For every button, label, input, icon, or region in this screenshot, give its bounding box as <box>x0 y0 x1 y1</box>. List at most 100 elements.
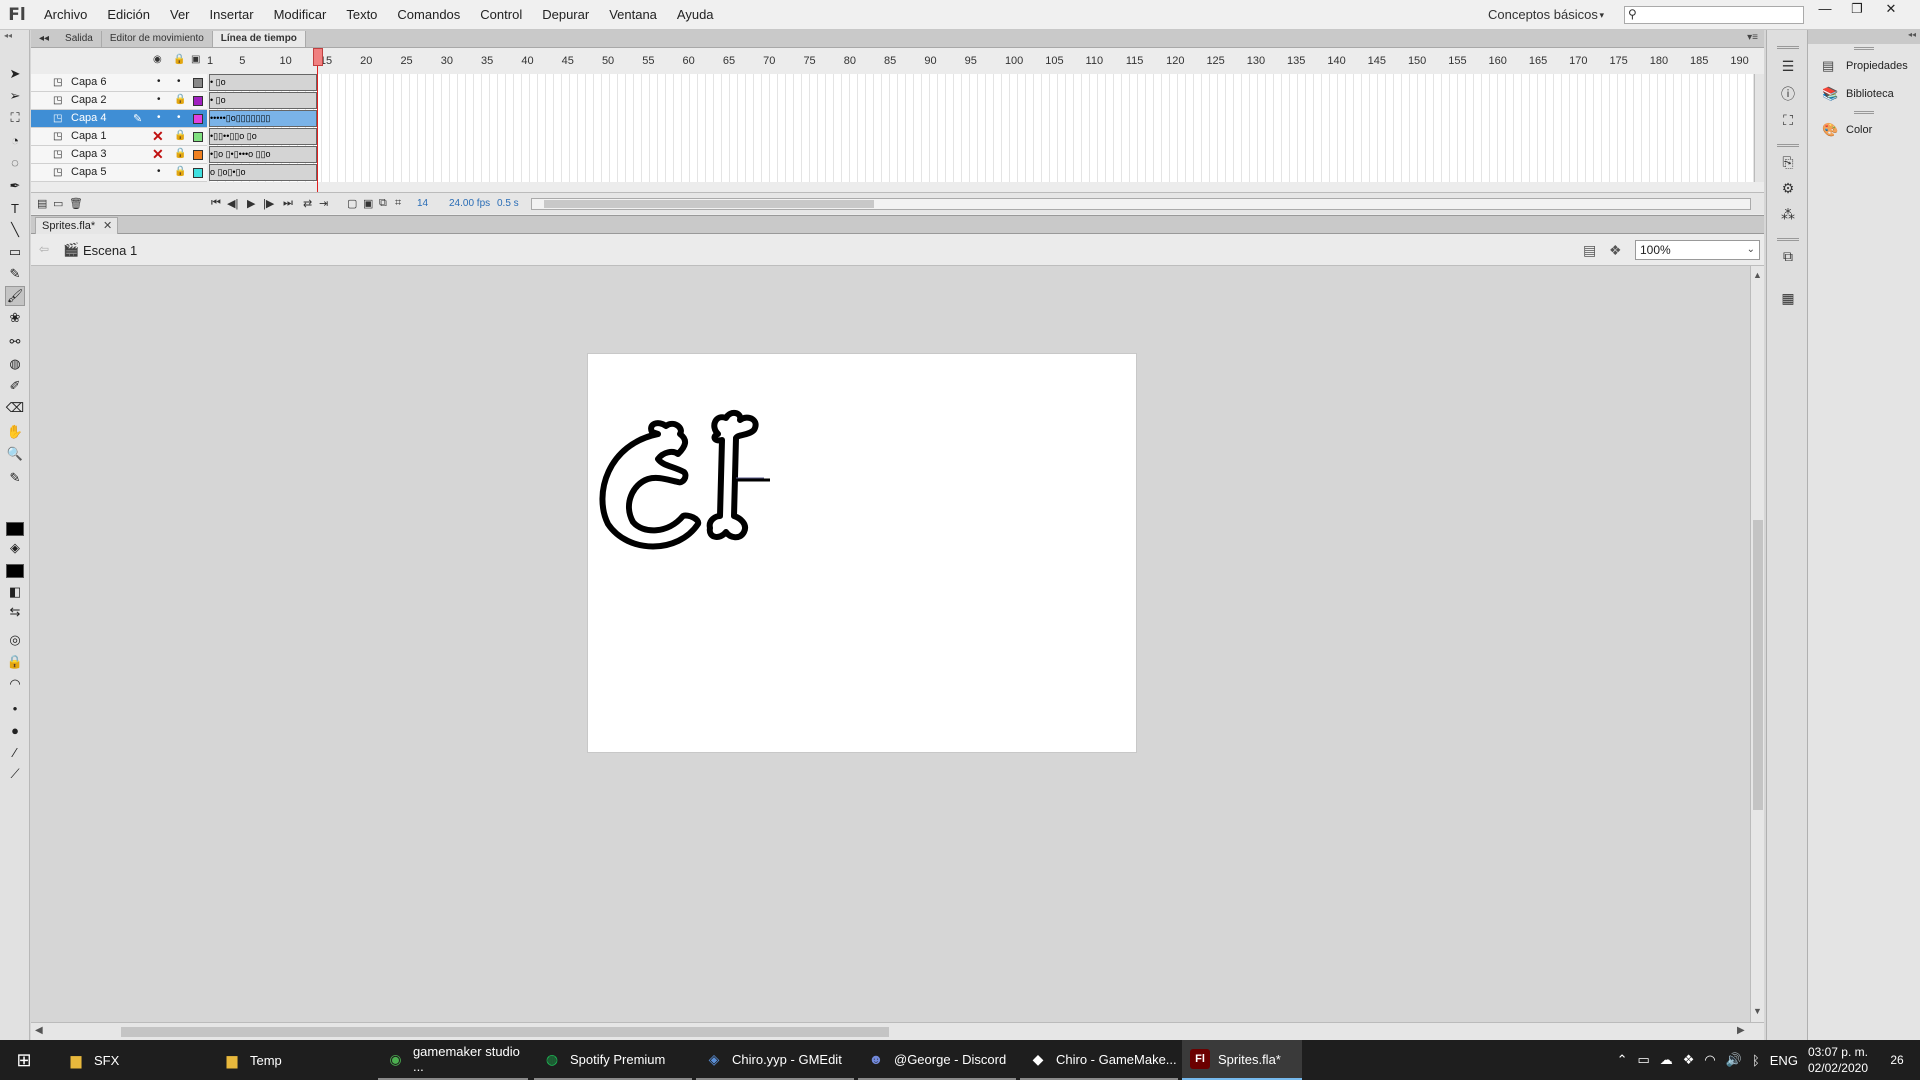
outline-icon[interactable]: ▣ <box>191 54 200 65</box>
dropbox-icon[interactable]: ❖ <box>1683 1052 1695 1068</box>
workspace-selector[interactable]: Conceptos básicos ▾ <box>1480 5 1610 25</box>
stroke-color-swatch[interactable] <box>6 522 24 536</box>
tab-timeline[interactable]: Línea de tiempo <box>212 31 306 47</box>
eye-icon[interactable]: ◉ <box>153 54 162 65</box>
lock-icon[interactable]: 🔒 <box>174 130 186 141</box>
fps-readout[interactable]: 24.00 fps <box>449 198 490 209</box>
notification-center-button[interactable]: 26 <box>1882 1049 1912 1071</box>
collapse-icon[interactable]: ◂◂ <box>31 31 57 47</box>
library-panel-button[interactable]: 📚 Biblioteca <box>1808 80 1920 108</box>
taskbar-item[interactable]: ☻ @George - Discord <box>858 1040 1016 1080</box>
3d-rotation-tool-icon[interactable]: ◔ <box>5 130 25 150</box>
scene-name[interactable]: Escena 1 <box>83 243 137 258</box>
pen-tool-icon[interactable]: ✒ <box>5 176 25 196</box>
lock-icon[interactable]: 🔒 <box>174 166 186 177</box>
align-icon[interactable]: ☰ <box>1778 56 1798 76</box>
onion-markers-icon[interactable]: ⌗ <box>395 197 401 210</box>
transform-icon[interactable]: ⛶ <box>1778 110 1798 130</box>
layer-name[interactable]: Capa 3 <box>71 148 106 160</box>
brush-pressure-icon[interactable]: ◠ <box>5 674 25 694</box>
new-folder-icon[interactable]: ▭ <box>53 197 63 210</box>
color-panel-button[interactable]: 🎨 Color <box>1808 116 1920 144</box>
lock-dot[interactable]: • <box>177 76 181 87</box>
visibility-dot[interactable]: • <box>157 94 161 105</box>
frame-span[interactable]: o ▯o▯•▯o <box>209 164 317 181</box>
menu-edición[interactable]: Edición <box>97 0 160 30</box>
windows-start-icon[interactable]: ⊞ <box>0 1040 48 1080</box>
stroke-color-icon[interactable]: ✎ <box>5 468 25 488</box>
taskbar-item[interactable]: ▆ Temp <box>214 1040 374 1080</box>
menu-ventana[interactable]: Ventana <box>599 0 667 30</box>
layer-name[interactable]: Capa 2 <box>71 94 106 106</box>
frame-span[interactable]: •▯o ▯•▯•••o ▯▯o <box>209 146 317 163</box>
layer-outline-color[interactable] <box>193 96 203 106</box>
frame-span[interactable]: •••••▯o▯▯▯▯▯▯▯ <box>209 110 317 127</box>
motion-presets-icon[interactable]: ⁂ <box>1778 204 1798 224</box>
taskbar-item[interactable]: ◍ Spotify Premium <box>534 1040 692 1080</box>
layer-name[interactable]: Capa 1 <box>71 130 106 142</box>
center-frame-icon[interactable]: ⇥ <box>319 197 328 210</box>
volume-icon[interactable]: 🔊 <box>1726 1052 1742 1068</box>
pencil-tool-icon[interactable]: ✎ <box>5 264 25 284</box>
swatches-icon[interactable]: ▦ <box>1778 288 1798 308</box>
zoom-select[interactable]: 100% ⌄ <box>1635 240 1760 260</box>
clock[interactable]: 03:07 p. m. 02/02/2020 <box>1808 1044 1868 1076</box>
lasso-tool-icon[interactable]: ◌ <box>5 152 25 172</box>
scroll-left-icon[interactable]: ◀ <box>35 1025 43 1036</box>
scroll-thumb[interactable] <box>121 1027 889 1037</box>
panel-grip[interactable] <box>1808 44 1920 52</box>
brush-tool-icon[interactable]: 🖌 <box>5 286 25 306</box>
taskbar-item[interactable]: ◆ Chiro - GameMake... <box>1020 1040 1178 1080</box>
onion-outline-icon[interactable]: ▣ <box>363 197 373 210</box>
hand-tool-icon[interactable]: ✋ <box>5 422 25 442</box>
frames-grid[interactable]: • ▯o • ▯o •••••▯o▯▯▯▯▯▯▯ •▯▯••▯▯o ▯o •▯o ▯•▯… <box>209 74 1754 182</box>
menu-depurar[interactable]: Depurar <box>532 0 599 30</box>
menu-insertar[interactable]: Insertar <box>200 0 264 30</box>
stage-vertical-scrollbar[interactable]: ▲ ▼ <box>1750 266 1764 1022</box>
wifi-icon[interactable]: ◠ <box>1704 1052 1715 1068</box>
lock-icon[interactable]: 🔒 <box>174 94 186 105</box>
cloud-icon[interactable]: ☁ <box>1660 1052 1673 1068</box>
close-icon[interactable]: ✕ <box>103 218 112 235</box>
swap-colors-icon[interactable]: ⇆ <box>5 602 25 622</box>
collapse-icon[interactable]: ◂◂ <box>0 30 29 42</box>
menu-ayuda[interactable]: Ayuda <box>667 0 724 30</box>
menu-modificar[interactable]: Modificar <box>264 0 337 30</box>
frame-span[interactable]: •▯▯••▯▯o ▯o <box>209 128 317 145</box>
back-arrow-icon[interactable]: ⇦ <box>39 242 49 256</box>
layer-name[interactable]: Capa 4 <box>71 112 106 124</box>
step-forward-icon[interactable]: |▶ <box>263 197 274 210</box>
taskbar-item[interactable]: ◉ gamemaker studio ... <box>378 1040 528 1080</box>
brush-tilt-icon[interactable]: ⟋ <box>5 764 25 784</box>
edit-multiple-icon[interactable]: ⧉ <box>379 197 387 210</box>
dock-grip[interactable] <box>1777 238 1799 241</box>
brush-size-icon[interactable]: ● <box>5 720 25 740</box>
menu-ver[interactable]: Ver <box>160 0 200 30</box>
frame-ruler[interactable]: 1 5 10 15 20 25 30 35 40 45 50 55 60 65 70 75 80 85 90 95 10… <box>207 52 1754 74</box>
panel-menu-icon[interactable]: ▾≡ <box>1747 32 1758 43</box>
layer-outline-color[interactable] <box>193 78 203 88</box>
layer-row[interactable]: ◳ Capa 2 • 🔒 <box>31 92 207 110</box>
lock-icon[interactable]: 🔒 <box>173 54 185 65</box>
taskbar-item[interactable]: Fl Sprites.fla* <box>1182 1040 1302 1080</box>
taskbar-item[interactable]: ▆ SFX <box>58 1040 208 1080</box>
visibility-dot[interactable]: • <box>157 76 161 87</box>
black-white-icon[interactable]: ◧ <box>5 582 25 602</box>
playhead[interactable] <box>313 48 323 66</box>
visibility-dot[interactable]: • <box>157 166 161 177</box>
hidden-x-icon[interactable]: ✕ <box>152 146 164 163</box>
layer-name[interactable]: Capa 5 <box>71 166 106 178</box>
dock-grip[interactable] <box>1777 144 1799 147</box>
stage[interactable] <box>587 353 1137 753</box>
fill-color-swatch[interactable] <box>6 564 24 578</box>
code-snippets-icon[interactable]: ⎘ <box>1778 152 1798 172</box>
layer-name[interactable]: Capa 6 <box>71 76 106 88</box>
components-icon[interactable]: ⚙ <box>1778 178 1798 198</box>
history-icon[interactable]: ⧉ <box>1778 246 1798 266</box>
eyedropper-tool-icon[interactable]: ✐ <box>5 376 25 396</box>
help-search-input[interactable]: ⚲ <box>1624 6 1804 24</box>
stage-horizontal-scrollbar[interactable]: ◀ ▶ <box>31 1022 1764 1040</box>
edit-scene-icon[interactable]: ▤ <box>1583 242 1596 259</box>
close-window-button[interactable]: ✕ <box>1876 0 1906 18</box>
visibility-dot[interactable]: • <box>157 112 161 123</box>
